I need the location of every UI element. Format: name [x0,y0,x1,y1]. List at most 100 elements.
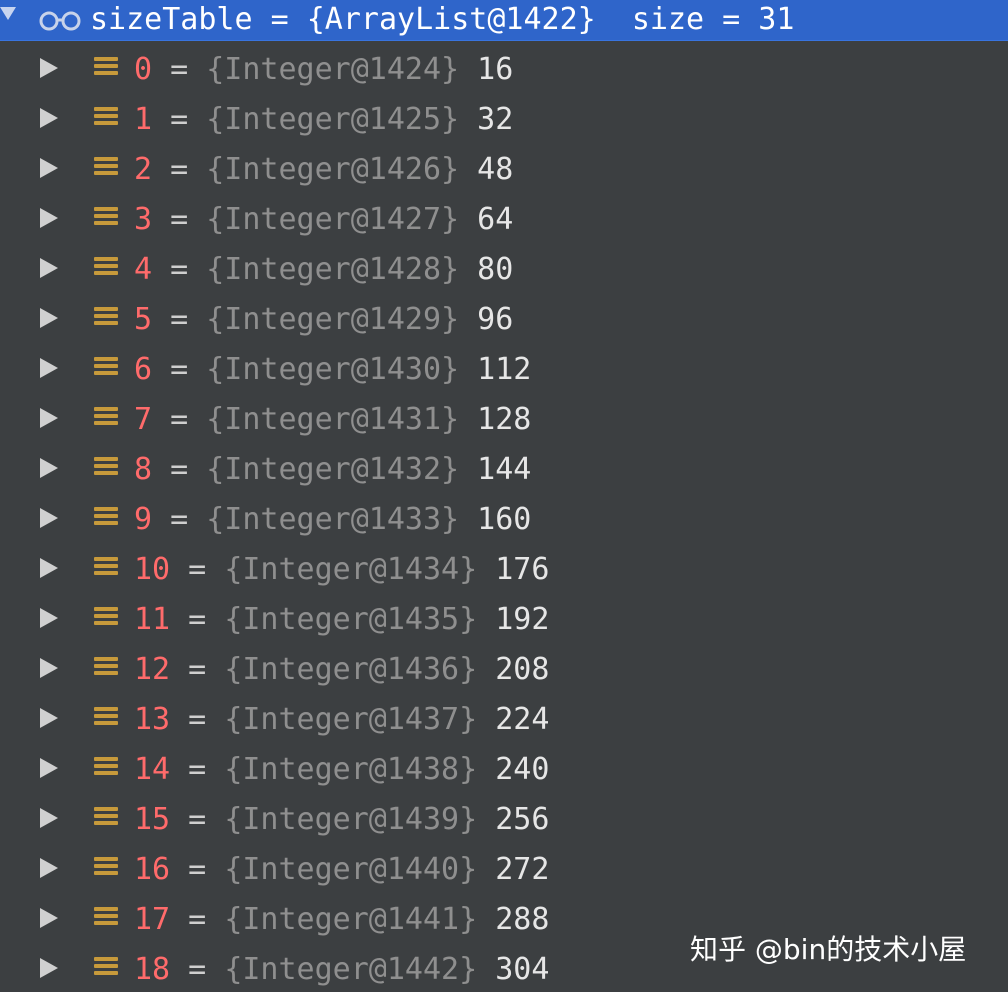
list-item[interactable]: 0 = {Integer@1424} 16 [0,45,1008,95]
chevron-right-icon[interactable] [40,708,58,728]
variable-header-row[interactable]: sizeTable = {ArrayList@1422} size = 31 [0,0,1008,41]
chevron-right-icon[interactable] [40,858,58,878]
chevron-down-icon[interactable] [0,7,16,20]
chevron-right-icon[interactable] [40,108,58,128]
row-equals: = [170,802,225,837]
row-equals: = [152,452,207,487]
row-index: 1 [134,102,153,137]
row-ref: {Integer@1430} [206,352,460,387]
chevron-right-icon[interactable] [40,408,58,428]
row-equals: = [170,902,225,937]
list-item[interactable]: 6 = {Integer@1430} 112 [0,345,1008,395]
list-item[interactable]: 16 = {Integer@1440} 272 [0,845,1008,895]
row-ref: {Integer@1431} [206,402,460,437]
row-value: 112 [459,352,532,387]
row-equals: = [152,402,207,437]
row-value: 32 [459,102,514,137]
list-item[interactable]: 10 = {Integer@1434} 176 [0,545,1008,595]
row-equals: = [152,302,207,337]
row-text: 14 = {Integer@1438} 240 [134,752,549,788]
row-text: 1 = {Integer@1425} 32 [134,102,513,138]
row-text: 4 = {Integer@1428} 80 [134,252,513,288]
chevron-right-icon[interactable] [40,308,58,328]
list-item[interactable]: 3 = {Integer@1427} 64 [0,195,1008,245]
row-text: 18 = {Integer@1442} 304 [134,952,549,988]
row-index: 17 [134,902,171,937]
list-item[interactable]: 8 = {Integer@1432} 144 [0,445,1008,495]
row-ref: {Integer@1439} [224,802,478,837]
row-text: 7 = {Integer@1431} 128 [134,402,531,438]
list-item[interactable]: 11 = {Integer@1435} 192 [0,595,1008,645]
row-text: 3 = {Integer@1427} 64 [134,202,513,238]
row-text: 0 = {Integer@1424} 16 [134,52,513,88]
row-value: 288 [477,902,550,937]
row-ref: {Integer@1432} [206,452,460,487]
chevron-right-icon[interactable] [40,758,58,778]
row-text: 13 = {Integer@1437} 224 [134,702,549,738]
chevron-right-icon[interactable] [40,608,58,628]
row-index: 3 [134,202,153,237]
row-equals: = [152,202,207,237]
field-icon [94,907,118,931]
row-index: 15 [134,802,171,837]
row-value: 16 [459,52,514,87]
chevron-right-icon[interactable] [40,258,58,278]
row-equals: = [152,102,207,137]
row-ref: {Integer@1436} [224,652,478,687]
row-value: 160 [459,502,532,537]
field-icon [94,157,118,181]
row-equals: = [152,252,207,287]
chevron-right-icon[interactable] [40,508,58,528]
chevron-right-icon[interactable] [40,908,58,928]
list-item[interactable]: 1 = {Integer@1425} 32 [0,95,1008,145]
row-text: 16 = {Integer@1440} 272 [134,852,549,888]
variable-children-list: 0 = {Integer@1424} 16 1 = {Integer@1425}… [0,45,1008,992]
row-ref: {Integer@1442} [224,952,478,987]
row-equals: = [152,352,207,387]
field-icon [94,407,118,431]
list-item[interactable]: 13 = {Integer@1437} 224 [0,695,1008,745]
list-item[interactable]: 7 = {Integer@1431} 128 [0,395,1008,445]
field-icon [94,307,118,331]
chevron-right-icon[interactable] [40,958,58,978]
chevron-right-icon[interactable] [40,58,58,78]
row-equals: = [152,52,207,87]
list-item[interactable]: 9 = {Integer@1433} 160 [0,495,1008,545]
row-ref: {Integer@1441} [224,902,478,937]
row-index: 7 [134,402,153,437]
row-index: 2 [134,152,153,187]
row-text: 5 = {Integer@1429} 96 [134,302,513,338]
row-index: 10 [134,552,171,587]
chevron-right-icon[interactable] [40,358,58,378]
row-value: 64 [459,202,514,237]
row-index: 14 [134,752,171,787]
chevron-right-icon[interactable] [40,658,58,678]
list-item[interactable]: 5 = {Integer@1429} 96 [0,295,1008,345]
row-text: 10 = {Integer@1434} 176 [134,552,549,588]
row-value: 240 [477,752,550,787]
chevron-right-icon[interactable] [40,458,58,478]
row-index: 8 [134,452,153,487]
list-item[interactable]: 15 = {Integer@1439} 256 [0,795,1008,845]
row-ref: {Integer@1440} [224,852,478,887]
list-item[interactable]: 14 = {Integer@1438} 240 [0,745,1008,795]
row-text: 8 = {Integer@1432} 144 [134,452,531,488]
list-item[interactable]: 4 = {Integer@1428} 80 [0,245,1008,295]
row-equals: = [170,852,225,887]
row-value: 192 [477,602,550,637]
list-item[interactable]: 12 = {Integer@1436} 208 [0,645,1008,695]
chevron-right-icon[interactable] [40,558,58,578]
row-value: 304 [477,952,550,987]
chevron-right-icon[interactable] [40,208,58,228]
field-icon [94,657,118,681]
row-ref: {Integer@1435} [224,602,478,637]
row-ref: {Integer@1429} [206,302,460,337]
chevron-right-icon[interactable] [40,158,58,178]
row-index: 12 [134,652,171,687]
list-item[interactable]: 2 = {Integer@1426} 48 [0,145,1008,195]
row-index: 5 [134,302,153,337]
field-icon [94,857,118,881]
row-index: 0 [134,52,153,87]
chevron-right-icon[interactable] [40,808,58,828]
row-equals: = [152,502,207,537]
